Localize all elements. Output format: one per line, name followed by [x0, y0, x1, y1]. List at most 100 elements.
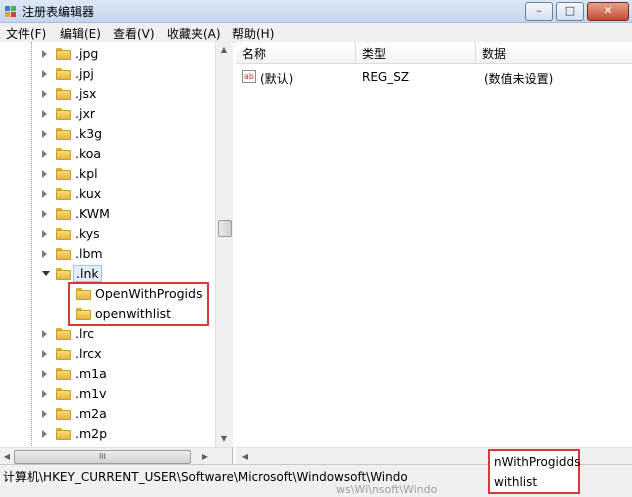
- expand-arrow-icon[interactable]: [42, 250, 47, 258]
- expand-arrow-icon[interactable]: [42, 430, 47, 438]
- tree-item[interactable]: .kpl: [0, 164, 215, 184]
- tree-item[interactable]: .m2p: [0, 424, 215, 444]
- expand-arrow-icon[interactable]: [42, 170, 47, 178]
- folder-icon: [56, 168, 71, 180]
- list-scroll-left-arrow-icon[interactable]: ◀: [240, 452, 250, 461]
- folder-icon: [56, 188, 71, 200]
- folder-icon: [56, 48, 71, 60]
- menu-bar: 文件(F) 编辑(E) 查看(V) 收藏夹(A) 帮助(H): [0, 23, 632, 43]
- tree-item[interactable]: .lrc: [0, 324, 215, 344]
- expand-arrow-icon[interactable]: [42, 330, 47, 338]
- folder-icon: [56, 68, 71, 80]
- tree-item[interactable]: .koa: [0, 144, 215, 164]
- menu-help[interactable]: 帮助(H): [232, 25, 274, 42]
- menu-favorites[interactable]: 收藏夹(A): [167, 25, 221, 42]
- folder-icon: [56, 428, 71, 440]
- tree-item-label: .jsx: [75, 86, 97, 101]
- folder-icon: [56, 108, 71, 120]
- callout-line-1: nWithProgidds: [494, 455, 581, 469]
- tree-item-label: .KWM: [75, 206, 110, 221]
- scroll-left-arrow-icon[interactable]: ◀: [2, 452, 12, 461]
- tree-item[interactable]: .jsx: [0, 84, 215, 104]
- tree-hscroll-thumb[interactable]: III: [14, 450, 191, 464]
- tree-item-label: .jpg: [75, 46, 99, 61]
- tree-item-label: .m1v: [75, 386, 107, 401]
- folder-icon: [56, 208, 71, 220]
- tree-item-label: .kpl: [75, 166, 98, 181]
- tree-item-label: .kux: [75, 186, 102, 201]
- scroll-up-arrow-icon[interactable]: ▲: [219, 45, 229, 54]
- scroll-right-arrow-icon[interactable]: ▶: [200, 452, 210, 461]
- menu-edit[interactable]: 编辑(E): [60, 25, 101, 42]
- expanded-arrow-icon[interactable]: [42, 271, 50, 276]
- folder-icon: [56, 248, 71, 260]
- column-header-name[interactable]: 名称: [236, 42, 356, 64]
- tree-item[interactable]: .jxr: [0, 104, 215, 124]
- tree-item[interactable]: .kys: [0, 224, 215, 244]
- tree-item[interactable]: .lrcx: [0, 344, 215, 364]
- tree-item[interactable]: .lnk: [0, 264, 215, 284]
- tree-item[interactable]: .m1v: [0, 384, 215, 404]
- tree-item-label: .lrcx: [75, 346, 102, 361]
- registry-key-tree[interactable]: .jpg .jpj .jsx .jxr .k3g .koa .kpl .kux .KWM .kys…: [0, 42, 233, 464]
- tree-item[interactable]: .m2a: [0, 404, 215, 424]
- expand-arrow-icon[interactable]: [42, 50, 47, 58]
- tree-horizontal-scrollbar[interactable]: ◀ III ▶: [0, 447, 232, 465]
- registry-value-list[interactable]: 名称 类型 数据 ab (默认) REG_SZ (数值未设置): [236, 42, 632, 448]
- expand-arrow-icon[interactable]: [42, 210, 47, 218]
- value-type: REG_SZ: [362, 70, 410, 84]
- expand-arrow-icon[interactable]: [42, 70, 47, 78]
- folder-icon: [56, 128, 71, 140]
- expand-arrow-icon[interactable]: [42, 370, 47, 378]
- tree-item-label: .m2a: [75, 406, 107, 421]
- string-value-icon: ab: [242, 70, 256, 83]
- highlight-callout: nWithProgidds withlist: [488, 449, 580, 494]
- value-name[interactable]: (默认): [260, 70, 293, 87]
- tree-item-label: .kys: [75, 226, 100, 241]
- expand-arrow-icon[interactable]: [42, 90, 47, 98]
- tree-scroll-thumb[interactable]: [218, 220, 232, 237]
- tree-item[interactable]: .KWM: [0, 204, 215, 224]
- tree-item-label: .lrc: [75, 326, 95, 341]
- folder-icon: [56, 228, 71, 240]
- minimize-button[interactable]: –: [525, 2, 553, 21]
- expand-arrow-icon[interactable]: [42, 350, 47, 358]
- menu-view[interactable]: 查看(V): [113, 25, 155, 42]
- subkey-highlight-box: [68, 282, 209, 326]
- expand-arrow-icon[interactable]: [42, 190, 47, 198]
- tree-item[interactable]: .kux: [0, 184, 215, 204]
- expand-arrow-icon[interactable]: [42, 230, 47, 238]
- callout-line-2: withlist: [494, 475, 538, 489]
- folder-icon: [56, 88, 71, 100]
- expand-arrow-icon[interactable]: [42, 410, 47, 418]
- maximize-button[interactable]: □: [556, 2, 584, 21]
- tree-item-label: .m1a: [75, 366, 107, 381]
- expand-arrow-icon[interactable]: [42, 390, 47, 398]
- folder-icon: [56, 348, 71, 360]
- tree-item[interactable]: .jpg: [0, 44, 215, 64]
- tree-item-label: .m2p: [75, 426, 108, 441]
- column-header-type[interactable]: 类型: [356, 42, 476, 64]
- menu-file[interactable]: 文件(F): [6, 25, 46, 42]
- tree-vertical-scrollbar[interactable]: ▲ ▼: [215, 42, 233, 447]
- title-bar[interactable]: 注册表编辑器 – □ ✕: [0, 0, 632, 23]
- folder-icon: [56, 148, 71, 160]
- folder-icon: [56, 368, 71, 380]
- expand-arrow-icon[interactable]: [42, 130, 47, 138]
- tree-item-label: .jxr: [75, 106, 95, 121]
- tree-item[interactable]: .lbm: [0, 244, 215, 264]
- expand-arrow-icon[interactable]: [42, 110, 47, 118]
- close-button[interactable]: ✕: [587, 2, 629, 21]
- tree-item[interactable]: .k3g: [0, 124, 215, 144]
- tree-item[interactable]: .m1a: [0, 364, 215, 384]
- folder-icon: [56, 328, 71, 340]
- value-data: (数值未设置): [484, 72, 554, 86]
- folder-icon: [56, 268, 71, 280]
- tree-item[interactable]: .jpj: [0, 64, 215, 84]
- tree-item-label: .lnk: [73, 265, 102, 282]
- expand-arrow-icon[interactable]: [42, 150, 47, 158]
- column-header-data[interactable]: 数据: [476, 42, 632, 64]
- scroll-down-arrow-icon[interactable]: ▼: [219, 434, 229, 443]
- tree-item-label: .jpj: [75, 66, 94, 81]
- regedit-app-icon: [5, 6, 16, 17]
